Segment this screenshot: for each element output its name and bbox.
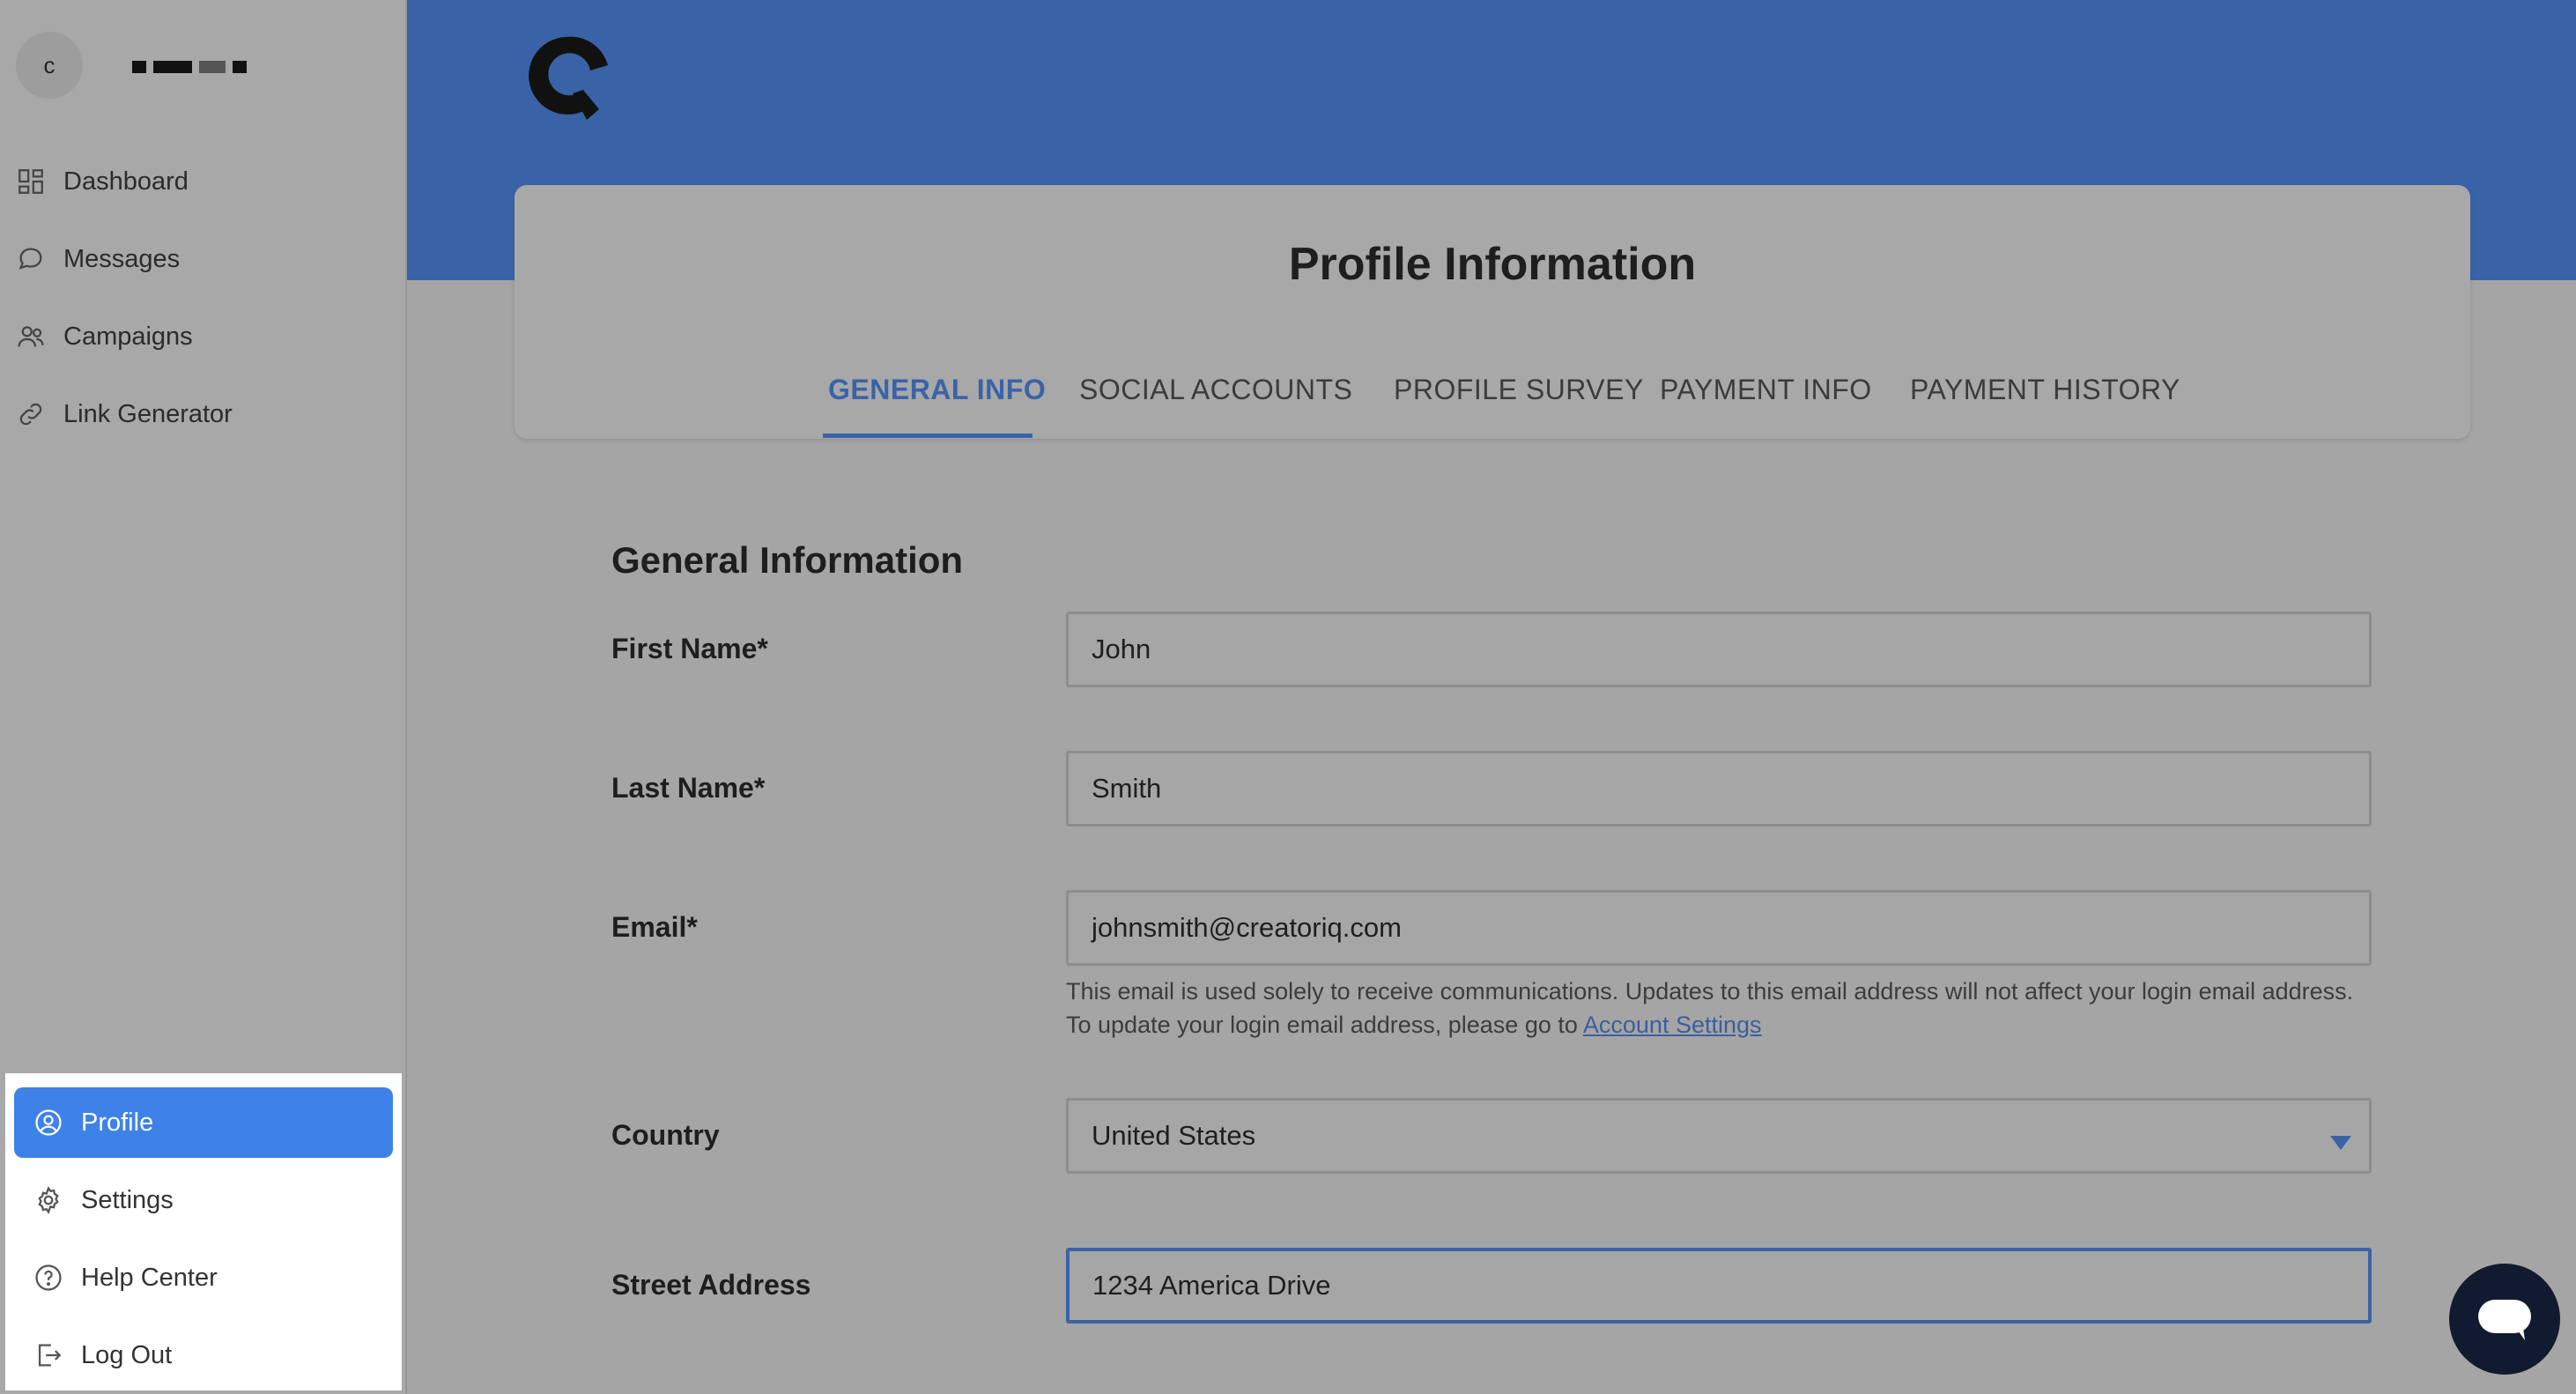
chat-bubble-icon <box>19 248 42 270</box>
chat-icon <box>2478 1300 2531 1340</box>
menu-item-help-center[interactable]: Help Center <box>14 1242 393 1313</box>
sidebar-item-label: Dashboard <box>63 167 189 196</box>
email-help-text: This email is used solely to receive com… <box>1066 975 2379 1042</box>
street-address-label: Street Address <box>611 1269 811 1301</box>
tab-payment-info[interactable]: PAYMENT INFO <box>1660 374 1872 406</box>
country-label: Country <box>611 1119 720 1151</box>
last-name-value: Smith <box>1092 773 1162 804</box>
app-logo-icon[interactable] <box>523 32 611 123</box>
country-value: United States <box>1092 1120 1256 1151</box>
country-select[interactable]: United States <box>1066 1098 2372 1174</box>
section-title: General Information <box>611 539 964 581</box>
menu-item-log-out[interactable]: Log Out <box>14 1320 393 1390</box>
menu-item-label: Profile <box>81 1108 154 1137</box>
link-icon <box>19 403 42 426</box>
profile-header-card: Profile Information GENERAL INFO SOCIAL … <box>514 185 2470 439</box>
first-name-value: John <box>1092 634 1151 664</box>
tab-profile-survey[interactable]: PROFILE SURVEY <box>1394 374 1644 406</box>
menu-item-label: Settings <box>81 1185 174 1214</box>
menu-item-label: Log Out <box>81 1340 173 1369</box>
last-name-label: Last Name* <box>611 772 766 804</box>
menu-item-settings[interactable]: Settings <box>14 1165 393 1235</box>
sidebar: c Dashboard Messages Campaigns Link Gene… <box>0 0 407 1394</box>
sidebar-item-link-generator[interactable]: Link Generator <box>16 389 386 439</box>
avatar[interactable]: c <box>16 32 83 99</box>
menu-item-label: Help Center <box>81 1263 218 1292</box>
menu-item-profile[interactable]: Profile <box>14 1087 393 1158</box>
tab-general-info[interactable]: GENERAL INFO <box>828 374 1046 406</box>
sidebar-item-label: Campaigns <box>63 322 193 351</box>
redacted-username <box>132 60 247 74</box>
page-title: Profile Information <box>1288 239 1697 290</box>
tab-social-accounts[interactable]: SOCIAL ACCOUNTS <box>1079 374 1352 406</box>
user-circle-icon <box>35 1109 62 1136</box>
chat-launcher-button[interactable] <box>2449 1264 2560 1375</box>
account-settings-link[interactable]: Account Settings <box>1583 1012 1762 1038</box>
email-label: Email* <box>611 911 698 943</box>
sidebar-item-label: Link Generator <box>63 399 233 428</box>
chevron-down-icon <box>2330 1136 2351 1150</box>
sidebar-item-label: Messages <box>63 244 181 273</box>
users-icon <box>18 326 44 347</box>
street-address-value: 1234 America Drive <box>1092 1270 1331 1301</box>
last-name-field[interactable]: Smith <box>1066 751 2372 827</box>
email-value: johnsmith@creatoriq.com <box>1092 912 1402 943</box>
gear-icon <box>38 1186 59 1214</box>
help-circle-icon <box>35 1264 62 1291</box>
avatar-initial: c <box>43 51 56 78</box>
first-name-field[interactable]: John <box>1066 612 2372 687</box>
account-menu: Profile Settings Help Center Log Out <box>5 1073 402 1390</box>
first-name-label: First Name* <box>611 633 768 664</box>
email-field[interactable]: johnsmith@creatoriq.com <box>1066 890 2372 966</box>
sidebar-item-messages[interactable]: Messages <box>16 234 386 284</box>
sidebar-item-dashboard[interactable]: Dashboard <box>16 157 386 206</box>
sidebar-item-campaigns[interactable]: Campaigns <box>16 312 386 361</box>
dashboard-icon <box>19 169 43 194</box>
active-tab-indicator <box>823 434 1033 438</box>
tab-payment-history[interactable]: PAYMENT HISTORY <box>1910 374 2180 406</box>
street-address-field[interactable]: 1234 America Drive <box>1066 1248 2372 1324</box>
logout-icon <box>38 1344 62 1367</box>
